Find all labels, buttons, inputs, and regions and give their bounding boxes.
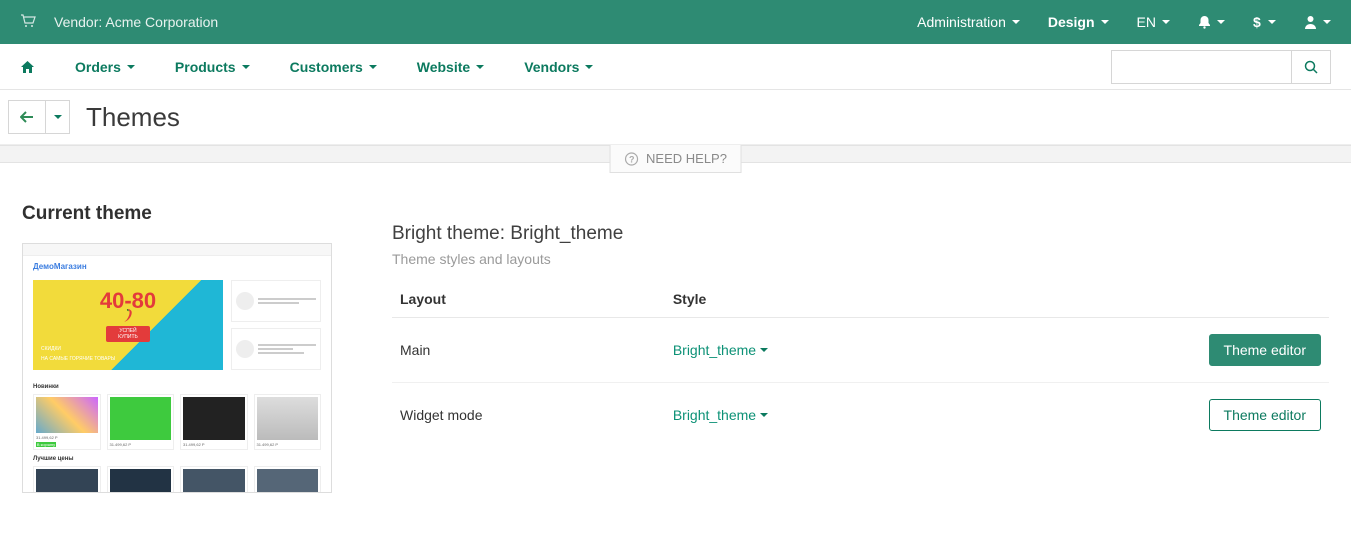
current-theme-heading: Current theme (22, 203, 352, 225)
caret-down-icon (1323, 20, 1331, 24)
pepper-icon (116, 308, 140, 324)
layout-cell: Widget mode (392, 383, 665, 448)
customers-label: Customers (290, 59, 363, 75)
website-label: Website (417, 59, 470, 75)
caret-down-icon (127, 65, 135, 69)
search-icon (1304, 60, 1318, 74)
customers-nav[interactable]: Customers (270, 59, 397, 75)
help-bar: ? NEED HELP? (0, 145, 1351, 163)
back-button-group (8, 100, 70, 134)
thumb-products: Новинки 31.499,62 РВ корзину 31.499,62 Р… (33, 384, 321, 450)
help-icon: ? (624, 152, 638, 166)
col-style: Style (665, 281, 973, 318)
top-bar-right: Administration Design EN $ (917, 14, 1331, 30)
top-bar: Vendor: Acme Corporation Administration … (0, 0, 1351, 44)
help-tab[interactable]: ? NEED HELP? (609, 145, 742, 173)
top-bar-left: Vendor: Acme Corporation (20, 14, 218, 31)
thumb-banner: 40-80 УСПЕЙ КУПИТЬ СКИДКИ НА САМЫЕ ГОРЯЧ… (33, 280, 223, 370)
sub-header: Themes (0, 90, 1351, 145)
language-menu[interactable]: EN (1137, 14, 1170, 30)
search-button[interactable] (1291, 50, 1331, 84)
col-layout: Layout (392, 281, 665, 318)
orders-nav[interactable]: Orders (55, 59, 155, 75)
theme-editor-button[interactable]: Theme editor (1209, 334, 1321, 366)
user-menu[interactable] (1304, 15, 1331, 29)
search-input[interactable] (1111, 50, 1291, 84)
help-label: NEED HELP? (646, 151, 727, 166)
administration-label: Administration (917, 14, 1006, 30)
vendors-label: Vendors (524, 59, 579, 75)
theme-subtitle: Theme styles and layouts (392, 251, 1329, 267)
design-label: Design (1048, 14, 1095, 30)
caret-down-icon (1268, 20, 1276, 24)
layout-cell: Main (392, 318, 665, 383)
svg-text:$: $ (1253, 15, 1261, 29)
thumb-logo: ДемоМагазин (33, 262, 87, 271)
layouts-table: Layout Style Main Bright_theme Theme edito… (392, 281, 1329, 447)
thumb-section1-label: Новинки (33, 384, 321, 390)
home-nav[interactable] (20, 60, 55, 74)
website-nav[interactable]: Website (397, 59, 504, 75)
thumb-sub1: СКИДКИ (41, 346, 215, 352)
thumb-sidebar (231, 280, 321, 376)
products-label: Products (175, 59, 236, 75)
vendor-label: Vendor: Acme Corporation (54, 14, 218, 30)
theme-editor-button[interactable]: Theme editor (1209, 399, 1321, 431)
user-icon (1304, 15, 1317, 29)
page-title: Themes (86, 102, 180, 133)
dollar-icon: $ (1253, 15, 1262, 29)
vendors-nav[interactable]: Vendors (504, 59, 613, 75)
back-button[interactable] (8, 100, 46, 134)
main-nav: Orders Products Customers Website Vendor… (0, 44, 1351, 90)
caret-down-icon (54, 115, 62, 119)
left-column: Current theme ДемоМагазин 40-80 УСПЕЙ КУ… (22, 203, 352, 493)
caret-down-icon (242, 65, 250, 69)
table-row: Widget mode Bright_theme Theme editor (392, 383, 1329, 448)
caret-down-icon (369, 65, 377, 69)
design-menu[interactable]: Design (1048, 14, 1109, 30)
caret-down-icon (585, 65, 593, 69)
arrow-left-icon (20, 111, 34, 123)
content: Current theme ДемоМагазин 40-80 УСПЕЙ КУ… (0, 163, 1351, 533)
bell-icon (1198, 15, 1211, 29)
caret-down-icon (760, 348, 768, 352)
thumb-products2: Лучшие цены (33, 456, 321, 493)
theme-thumbnail[interactable]: ДемоМагазин 40-80 УСПЕЙ КУПИТЬ СКИДКИ НА… (22, 243, 332, 493)
style-select[interactable]: Bright_theme (673, 407, 768, 423)
caret-down-icon (1217, 20, 1225, 24)
style-select[interactable]: Bright_theme (673, 342, 768, 358)
administration-menu[interactable]: Administration (917, 14, 1020, 30)
thumb-section2-label: Лучшие цены (33, 456, 321, 462)
search-wrap (1111, 50, 1331, 84)
caret-down-icon (476, 65, 484, 69)
products-nav[interactable]: Products (155, 59, 270, 75)
svg-text:?: ? (629, 154, 635, 164)
home-icon (20, 60, 35, 74)
cart-icon[interactable] (20, 14, 36, 31)
theme-name: Bright theme: Bright_theme (392, 223, 1329, 245)
back-dropdown[interactable] (46, 100, 70, 134)
right-column: Bright theme: Bright_theme Theme styles … (392, 203, 1329, 493)
caret-down-icon (1101, 20, 1109, 24)
notifications-menu[interactable] (1198, 15, 1225, 29)
table-row: Main Bright_theme Theme editor (392, 318, 1329, 383)
thumb-cta: УСПЕЙ КУПИТЬ (106, 326, 150, 342)
caret-down-icon (1162, 20, 1170, 24)
thumb-sub2: НА САМЫЕ ГОРЯЧИЕ ТОВАРЫ (41, 356, 215, 362)
caret-down-icon (1012, 20, 1020, 24)
orders-label: Orders (75, 59, 121, 75)
currency-menu[interactable]: $ (1253, 15, 1276, 29)
language-label: EN (1137, 14, 1156, 30)
caret-down-icon (760, 413, 768, 417)
